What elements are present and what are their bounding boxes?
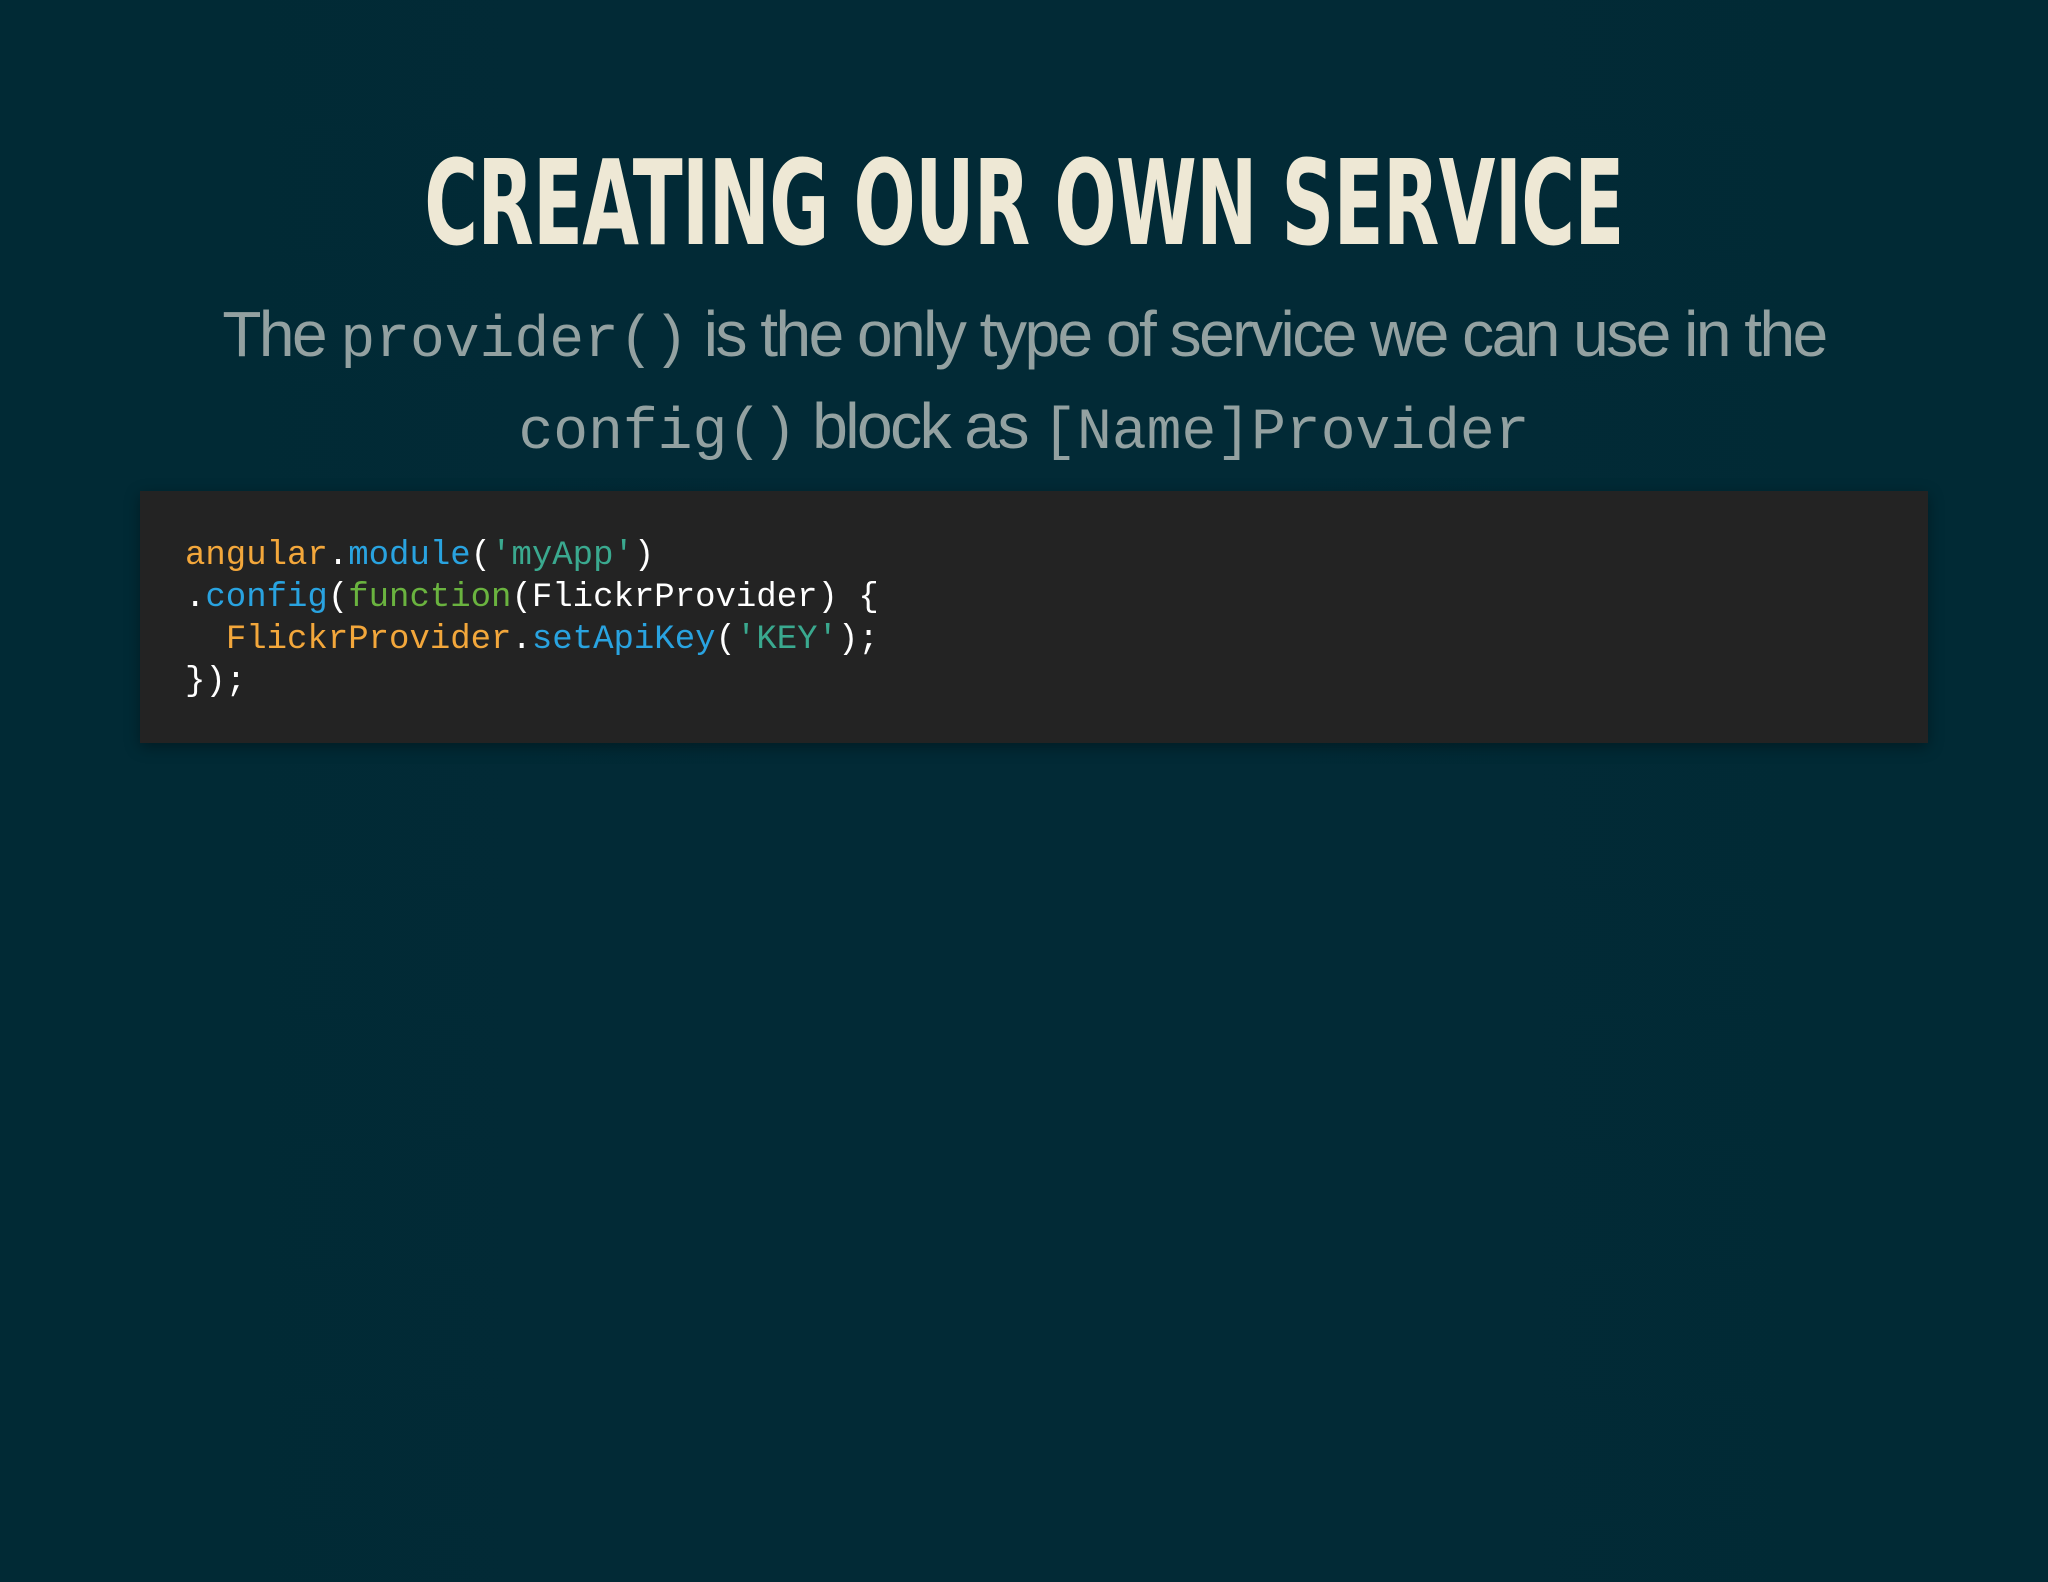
slide: CREATING OUR OWN SERVICE The provider() … [0, 0, 2048, 1582]
code-token: setApiKey [531, 621, 716, 659]
code-token: . [185, 579, 206, 617]
code-line: angular.module('myApp') [185, 535, 879, 577]
subtitle-text-2: is the only type of service we can use i… [688, 298, 1828, 370]
subtitle-code-provider: provider() [340, 309, 689, 374]
code-token: ( [470, 537, 492, 575]
slide-subtitle: The provider() is the only type of servi… [150, 292, 1898, 476]
code-token: ( [715, 621, 736, 659]
code-token: ( [327, 579, 349, 617]
code-line: .config(function(FlickrProvider) { [185, 577, 879, 619]
code-token: ); [837, 621, 879, 659]
code-token: }); [185, 663, 247, 701]
code-line: }); [185, 661, 879, 703]
subtitle-text-3: block as [796, 390, 1043, 462]
subtitle-code-config: config() [518, 401, 797, 466]
code-content: angular.module('myApp') .config(function(… [185, 535, 879, 703]
code-token: angular [185, 537, 328, 575]
code-token: . [327, 537, 349, 575]
code-token: . [511, 621, 532, 659]
code-token: ) [633, 537, 655, 575]
code-token: config [205, 579, 328, 617]
code-token: (FlickrProvider) { [511, 579, 879, 617]
code-block: angular.module('myApp') .config(function(… [140, 491, 1928, 743]
subtitle-text-1: The [222, 298, 341, 370]
code-token: FlickrProvider [225, 621, 512, 659]
code-token: module [348, 537, 471, 575]
subtitle-code-name-provider: [Name]Provider [1042, 401, 1530, 466]
code-token: function [348, 579, 512, 617]
code-line: FlickrProvider.setApiKey('KEY'); [185, 619, 879, 661]
slide-title: CREATING OUR OWN SERVICE [424, 134, 1624, 272]
code-token: 'myApp' [491, 537, 634, 575]
code-token: 'KEY' [735, 621, 838, 659]
